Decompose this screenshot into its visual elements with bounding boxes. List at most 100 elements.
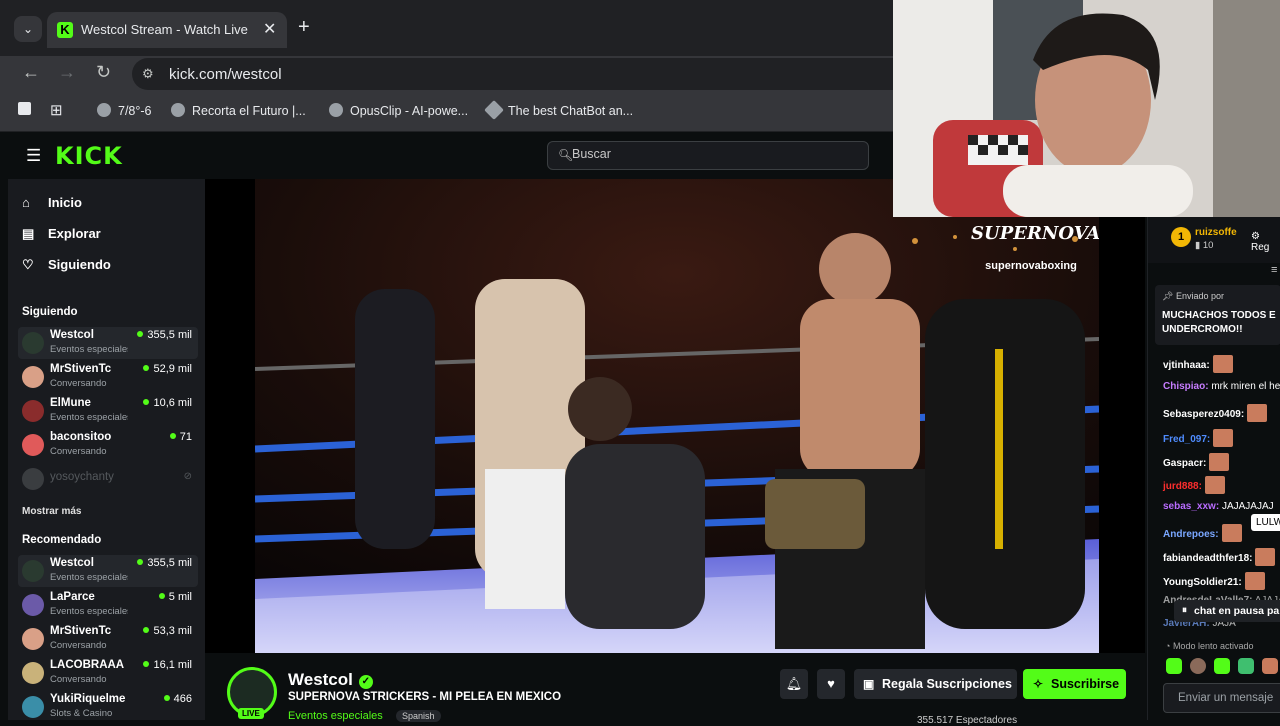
emote: [1209, 453, 1230, 471]
sidebar-recommended-lacobraaa[interactable]: LACOBRAAA Conversando 16,1 mil: [18, 657, 198, 689]
pinned-text: MUCHACHOS TODOS E UNDERCROMO!!: [1162, 310, 1276, 335]
heart-icon: ♡: [22, 257, 34, 272]
video-frame[interactable]: SUPERNOVA supernovaboxing: [255, 179, 1099, 653]
chatbot-icon: [484, 100, 504, 120]
bookmarks-bar: ⊞ 7/8°-6 Recorta el Futuro |... OpusClip…: [0, 92, 893, 132]
chat-message: Chispiao: mrk miren el he: [1163, 381, 1280, 392]
sidebar-channel-mrstiventc[interactable]: MrStivenTc Conversando 52,9 mil: [18, 361, 198, 393]
menu-icon[interactable]: ☰: [26, 146, 41, 166]
sidebar-channel-baconsitoo[interactable]: baconsitoo Conversando 71: [18, 429, 198, 461]
supernova-handle: supernovaboxing: [985, 260, 1077, 272]
new-tab-icon[interactable]: +: [298, 16, 310, 39]
tab-list-button[interactable]: ⌄: [14, 16, 42, 42]
chat-message: Andrepoes:: [1163, 524, 1242, 542]
emote-tooltip: LULW: [1251, 514, 1280, 531]
sidebar-channel-elmune[interactable]: ElMune Eventos especiales 10,6 mil: [18, 395, 198, 427]
forward-icon[interactable]: →: [58, 62, 76, 83]
pinned-message[interactable]: 📌︎ Enviado por MUCHACHOS TODOS E UNDERCR…: [1155, 285, 1280, 345]
chat-message: Sebasperez0409:: [1163, 404, 1268, 422]
nav-inicio[interactable]: ⌂ Inicio: [22, 195, 82, 210]
address-bar[interactable]: ⚙ kick.com/westcol: [132, 58, 893, 90]
emote-kick-icon[interactable]: [1214, 658, 1230, 674]
gift-subs-button[interactable]: ▣ Regala Suscripciones: [854, 669, 1017, 699]
sidebar-recommended-mrstiventc[interactable]: MrStivenTc Conversando 53,3 mil: [18, 623, 198, 655]
streamer-name[interactable]: Westcol ✓: [288, 670, 373, 690]
category-link[interactable]: Eventos especiales: [288, 710, 383, 722]
chat-input[interactable]: [1163, 683, 1280, 713]
sidebar-recommended-laparce[interactable]: LaParce Eventos especiales 5 mil: [18, 589, 198, 621]
reload-icon[interactable]: ↻: [96, 62, 111, 83]
streamer-webcam: [893, 0, 1280, 217]
video-player[interactable]: SUPERNOVA supernovaboxing: [205, 179, 1145, 653]
kick-logo[interactable]: KICK: [55, 142, 123, 170]
emote-frog-icon[interactable]: [1238, 658, 1254, 674]
opus-icon: [329, 103, 343, 117]
back-icon[interactable]: ←: [22, 62, 40, 83]
bookmark-item[interactable]: OpusClip - AI-powe...: [329, 103, 468, 118]
site-info-icon[interactable]: ⚙: [142, 66, 154, 82]
chevron-down-icon: ⌄: [22, 22, 34, 36]
close-icon[interactable]: ✕: [263, 19, 276, 39]
tab-title: Westcol Stream - Watch Live on Kick: [81, 22, 251, 37]
emote-face-icon[interactable]: [1190, 658, 1206, 674]
kick-header: ☰ KICK 🔍︎: [8, 132, 893, 179]
browser-tab-strip: ⌄ K Westcol Stream - Watch Live on Kick …: [0, 0, 893, 56]
follow-button[interactable]: ♥: [817, 669, 845, 699]
bell-icon: 🔔︎: [785, 676, 803, 691]
emote: [1212, 355, 1233, 373]
nav-siguiendo[interactable]: ♡ Siguiendo: [22, 257, 111, 273]
emote: [1213, 429, 1234, 447]
recommended-title: Recomendado: [22, 534, 102, 546]
search-icon: 🔍︎: [558, 148, 574, 162]
chat-paused-banner[interactable]: ⏸ chat en pausa pa: [1174, 600, 1280, 622]
search-box[interactable]: 🔍︎: [547, 141, 869, 170]
leaderboard-rank: 1: [1171, 227, 1191, 247]
chat-message: jurd888:: [1163, 476, 1225, 494]
compass-icon: ▤: [22, 226, 35, 241]
avatar: [22, 594, 44, 616]
chat-message: fabiandeadthfer18:: [1163, 548, 1276, 566]
url-text: kick.com/westcol: [169, 66, 282, 83]
bookmark-item[interactable]: Recorta el Futuro |...: [171, 103, 306, 118]
emote: [1244, 572, 1265, 590]
gift-icon: ▣: [863, 677, 875, 691]
emote-face-icon[interactable]: [1262, 658, 1278, 674]
chat-message: vjtinhaaa:: [1163, 355, 1233, 373]
avatar: [22, 662, 44, 684]
avatar: [22, 696, 44, 718]
slow-mode-notice: ◔ Modo lento activado: [1165, 641, 1254, 651]
sidebar-recommended-westcol[interactable]: Westcol Eventos especiales 355,5 mil: [18, 555, 198, 587]
emote: [1247, 404, 1268, 422]
leaderboard-points: ▮ 10: [1195, 240, 1214, 251]
sidebar-recommended-yukiriquelme[interactable]: YukiRiquelme Slots & Casino 466: [18, 691, 198, 723]
avatar: [22, 400, 44, 422]
channel-info: LIVE Westcol ✓ SUPERNOVA STRICKERS - MI P…: [205, 653, 1145, 726]
bookmark-square-icon[interactable]: [18, 102, 31, 118]
leaderboard-user[interactable]: ruizsoffe: [1195, 227, 1237, 238]
supernova-logo: SUPERNOVA: [971, 223, 1099, 244]
leaderboard-next: ⚙ Reg: [1251, 231, 1270, 253]
emote-kick-icon[interactable]: [1166, 658, 1182, 674]
home-icon: ⌂: [22, 195, 30, 210]
avatar: [22, 628, 44, 650]
browser-toolbar: ← → ↻ ⚙ kick.com/westcol: [0, 56, 893, 92]
apps-grid-icon[interactable]: ⊞: [50, 101, 63, 119]
globe-icon: [97, 103, 111, 117]
subscribe-button[interactable]: ✧ Suscribirse: [1023, 669, 1126, 699]
browser-tab[interactable]: K Westcol Stream - Watch Live on Kick ✕: [47, 12, 287, 48]
chat-message: Gaspacr:: [1163, 453, 1230, 471]
chat-menu-icon[interactable]: ≡: [1271, 264, 1277, 276]
bookmark-item[interactable]: 7/8°-6: [97, 103, 152, 118]
chat-panel: 1 ruizsoffe ▮ 10 ⚙ Reg ≡ 📌︎ Enviado por …: [1147, 217, 1280, 720]
language-tag[interactable]: Spanish: [396, 710, 441, 722]
notification-button[interactable]: 🔔︎: [780, 669, 808, 699]
emote-quick-bar: [1166, 658, 1280, 676]
emote: [1204, 476, 1225, 494]
search-input[interactable]: [572, 147, 852, 161]
nav-explorar[interactable]: ▤ Explorar: [22, 226, 101, 242]
sidebar-channel-yosoychanty[interactable]: yosoychanty ⊘: [18, 463, 198, 495]
heart-icon: ♥: [827, 676, 835, 691]
bookmark-item[interactable]: The best ChatBot an...: [484, 100, 633, 120]
sidebar-channel-westcol[interactable]: Westcol Eventos especiales 355,5 mil: [18, 327, 198, 359]
show-more-link[interactable]: Mostrar más: [22, 506, 81, 517]
